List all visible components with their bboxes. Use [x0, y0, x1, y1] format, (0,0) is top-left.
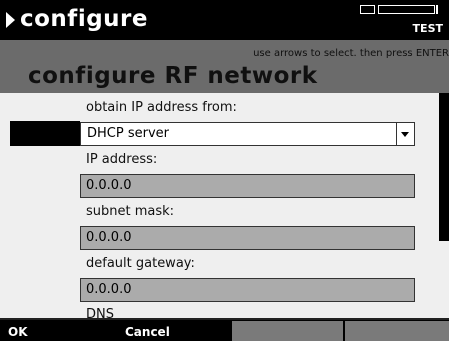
subnet-mask-field[interactable]: 0.0.0.0	[80, 226, 415, 250]
softkey-3[interactable]	[232, 321, 343, 341]
ok-button[interactable]: OK	[0, 321, 115, 341]
instruction-hint: use arrows to select. then press ENTER	[253, 48, 449, 59]
ok-button-label: OK	[8, 325, 28, 339]
play-arrow-icon	[6, 12, 15, 28]
softkey-bar: OK Cancel	[0, 320, 449, 341]
subnet-mask-label: subnet mask:	[86, 204, 175, 219]
subnet-mask-value: 0.0.0.0	[86, 230, 132, 245]
default-gateway-value: 0.0.0.0	[86, 282, 132, 297]
scrollbar[interactable]	[439, 93, 449, 241]
top-bar: configure TEST	[0, 0, 449, 40]
selected-row-marker	[10, 121, 80, 146]
app-title: configure	[20, 6, 148, 32]
ip-address-label: IP address:	[86, 152, 158, 167]
cancel-button-label: Cancel	[125, 325, 170, 339]
ip-address-value: 0.0.0.0	[86, 178, 132, 193]
battery-icon	[360, 5, 442, 14]
default-gateway-label: default gateway:	[86, 256, 195, 271]
cancel-button[interactable]: Cancel	[117, 321, 230, 341]
default-gateway-field[interactable]: 0.0.0.0	[80, 278, 415, 302]
screen-header: use arrows to select. then press ENTER c…	[0, 40, 449, 93]
screen-title: configure RF network	[28, 63, 318, 89]
form-panel: obtain IP address from: DHCP server IP a…	[0, 93, 449, 320]
obtain-ip-value: DHCP server	[87, 126, 169, 141]
mode-label: TEST	[412, 22, 443, 35]
ip-address-field[interactable]: 0.0.0.0	[80, 174, 415, 198]
obtain-ip-label: obtain IP address from:	[86, 100, 237, 115]
chevron-down-icon[interactable]	[396, 123, 414, 145]
softkey-4[interactable]	[345, 321, 449, 341]
obtain-ip-select[interactable]: DHCP server	[80, 122, 415, 146]
